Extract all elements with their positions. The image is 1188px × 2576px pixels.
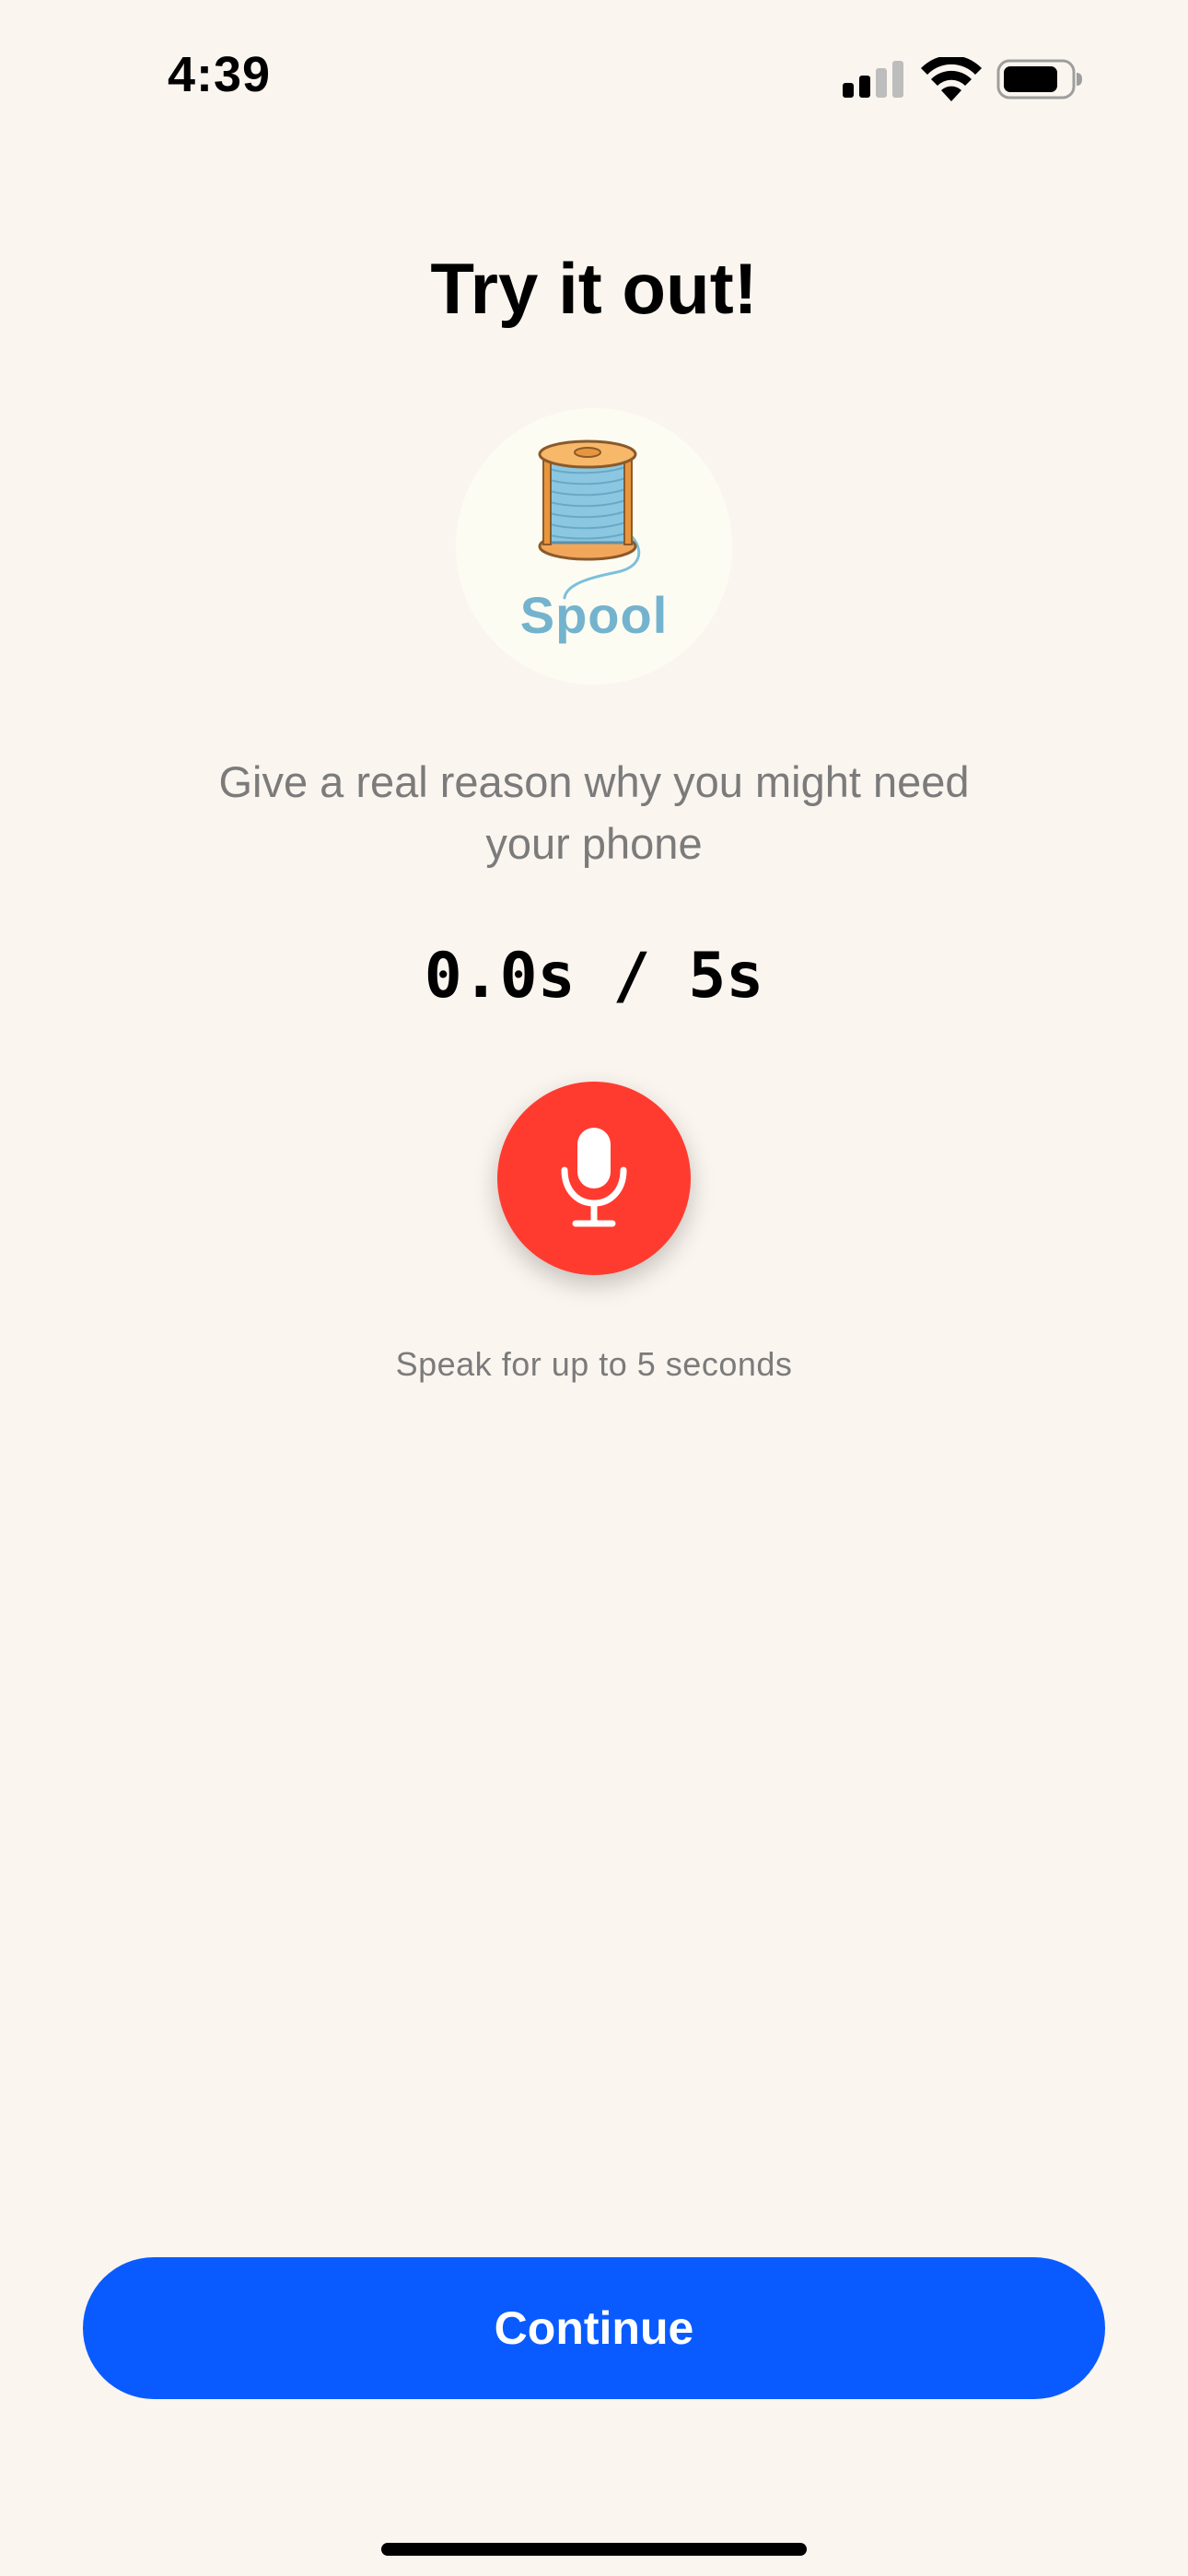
recording-prompt: Give a real reason why you might need yo… [218,757,970,868]
timer-elapsed: 0.0s [424,940,576,1013]
recording-timer: 0.0s / 5s [0,940,1188,1013]
continue-button[interactable]: Continue [83,2257,1105,2399]
timer-separator: / [575,940,689,1013]
spool-logo: Spool [456,408,732,685]
status-time: 4:39 [168,47,272,102]
home-indicator[interactable] [381,2543,807,2556]
timer-limit: 5s [688,940,764,1013]
page-title: Try it out! [430,248,758,329]
battery-icon [996,59,1082,100]
recording-hint: Speak for up to 5 seconds [395,1345,793,1383]
logo-text: Spool [519,586,669,644]
wifi-icon [921,57,982,101]
cellular-signal-icon [843,61,903,98]
microphone-icon [561,1128,627,1227]
record-button[interactable] [497,1082,691,1275]
